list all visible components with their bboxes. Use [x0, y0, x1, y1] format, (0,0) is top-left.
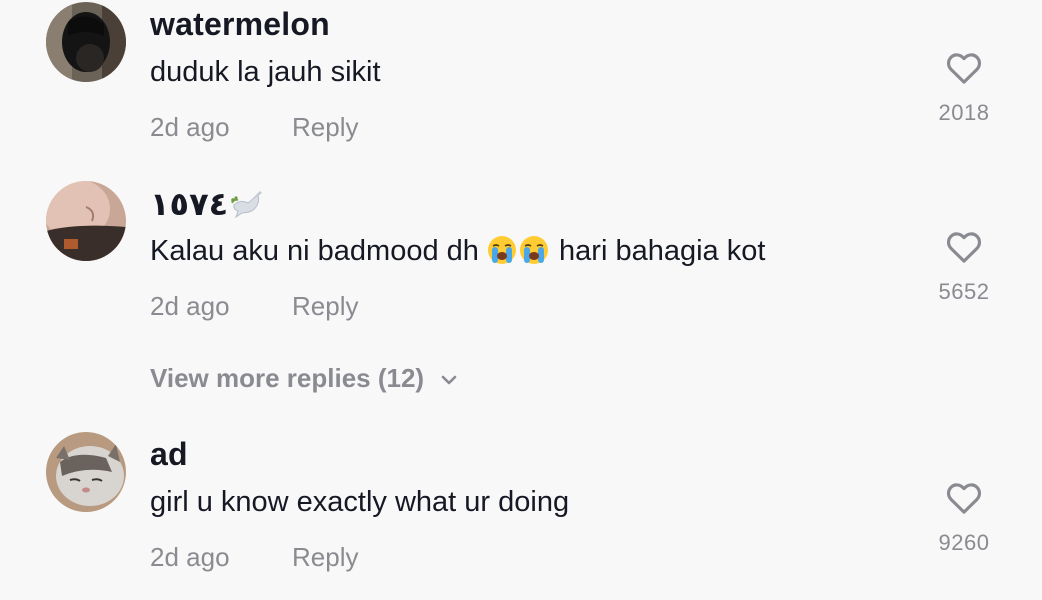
- avatar[interactable]: [46, 2, 126, 82]
- heart-icon: [946, 483, 982, 514]
- heart-icon: [946, 53, 982, 84]
- comment-username[interactable]: ١٥٧٤: [150, 185, 266, 223]
- like-button[interactable]: 9260: [924, 478, 1004, 556]
- comment-username[interactable]: ad: [150, 436, 188, 473]
- like-count: 9260: [938, 530, 990, 555]
- comment-meta: 2d ago Reply: [150, 542, 358, 573]
- loudly-crying-face-icon: [519, 236, 548, 264]
- comment-text: girl u know exactly what ur doing: [150, 486, 570, 518]
- view-more-replies-button[interactable]: View more replies (12): [150, 363, 460, 394]
- avatar[interactable]: [46, 432, 126, 512]
- dove-icon: [231, 191, 263, 219]
- like-button[interactable]: 2018: [924, 48, 1004, 126]
- reply-button[interactable]: Reply: [292, 291, 358, 321]
- like-count: 2018: [938, 100, 990, 125]
- reply-button[interactable]: Reply: [292, 112, 358, 142]
- comment-username[interactable]: watermelon: [150, 6, 330, 43]
- like-button[interactable]: 5652: [924, 227, 1004, 305]
- comment-item: ١٥٧٤ Kalau aku ni badmood dh hari bahagi…: [0, 181, 1042, 341]
- like-count: 5652: [938, 279, 990, 304]
- comment-meta: 2d ago Reply: [150, 291, 358, 322]
- heart-icon: [946, 232, 982, 263]
- avatar[interactable]: [46, 181, 126, 261]
- comment-item: ad girl u know exactly what ur doing 2d …: [0, 432, 1042, 592]
- reply-button[interactable]: Reply: [292, 542, 358, 572]
- comment-timestamp: 2d ago: [150, 542, 230, 572]
- comment-timestamp: 2d ago: [150, 112, 230, 142]
- comment-text: Kalau aku ni badmood dh hari bahagia kot: [150, 235, 766, 267]
- comment-item: watermelon duduk la jauh sikit 2d ago Rep…: [0, 2, 1042, 162]
- loudly-crying-face-icon: [487, 236, 516, 264]
- chevron-down-icon: [441, 375, 457, 385]
- comment-meta: 2d ago Reply: [150, 112, 358, 143]
- comment-timestamp: 2d ago: [150, 291, 230, 321]
- comment-text: duduk la jauh sikit: [150, 56, 381, 88]
